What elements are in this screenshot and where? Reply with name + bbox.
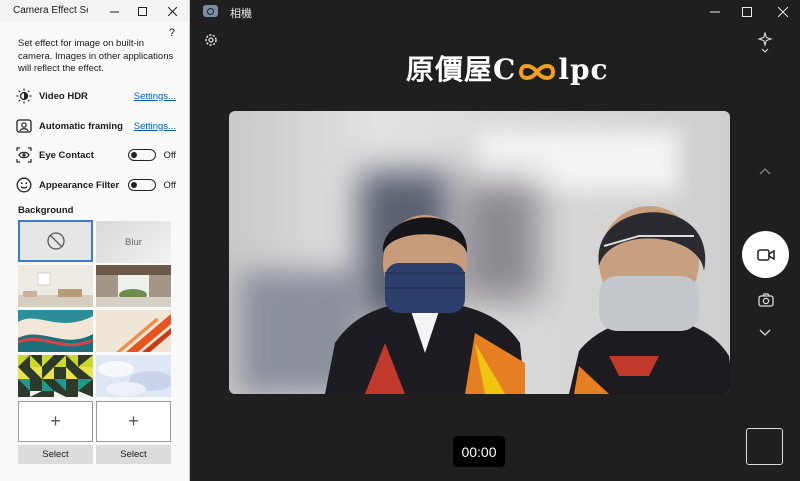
logo-text-left: 原價屋 xyxy=(406,53,494,86)
recording-timer: 00:00 xyxy=(453,436,505,467)
chevron-down-icon[interactable] xyxy=(758,325,772,339)
record-button[interactable] xyxy=(742,231,789,278)
effects-window-title: Camera Effect Settings xyxy=(13,5,88,16)
effects-minimize-button[interactable] xyxy=(100,0,128,22)
video-hdr-settings-link[interactable]: Settings... xyxy=(134,91,176,102)
select-background-button[interactable]: Select xyxy=(96,445,171,464)
photo-camera-icon[interactable] xyxy=(758,292,774,308)
background-geometric-tile[interactable] xyxy=(18,355,93,397)
close-icon xyxy=(167,6,177,16)
background-stripes-tile[interactable] xyxy=(96,310,171,352)
background-clouds-tile[interactable] xyxy=(96,355,171,397)
camera-effect-settings-window: Camera Effect Settings ? Set effect for … xyxy=(0,0,190,481)
eye-contact-toggle[interactable] xyxy=(127,149,156,161)
video-camera-icon xyxy=(756,248,775,261)
logo-text-c: C xyxy=(493,53,517,86)
automatic-framing-row: Automatic framing Settings... xyxy=(16,117,176,135)
camera-window-title: 相機 xyxy=(230,8,252,20)
brightness-icon xyxy=(16,88,32,104)
effects-maximize-button[interactable] xyxy=(128,0,156,22)
minimize-icon xyxy=(710,11,720,13)
camera-app-icon xyxy=(203,5,218,17)
eye-contact-row: Eye Contact Off xyxy=(16,146,176,164)
background-blur-tile[interactable]: Blur xyxy=(96,221,171,263)
no-background-icon xyxy=(46,232,65,250)
minimize-icon xyxy=(109,11,119,12)
automatic-framing-settings-link[interactable]: Settings... xyxy=(134,121,176,132)
person-left xyxy=(325,215,525,394)
smiley-icon xyxy=(16,177,32,193)
appearance-filter-state: Off xyxy=(163,179,177,191)
background-section-title: Background xyxy=(18,205,74,216)
minimize-button[interactable] xyxy=(698,0,732,24)
gear-icon[interactable] xyxy=(203,32,219,48)
effects-title-bar: Camera Effect Settings xyxy=(0,0,189,22)
select-background-button[interactable]: Select xyxy=(18,445,93,464)
close-button[interactable] xyxy=(766,0,800,24)
background-none-tile[interactable] xyxy=(18,220,93,262)
background-livingroom-tile[interactable] xyxy=(18,265,93,307)
add-background-button[interactable]: + xyxy=(96,401,171,442)
person-right xyxy=(569,206,730,394)
appearance-filter-row: Appearance Filter Off xyxy=(16,176,176,194)
camera-app-window: 相機 原價屋C lpc 00:00 xyxy=(193,0,800,481)
appearance-filter-label: Appearance Filter xyxy=(39,179,120,191)
framing-icon xyxy=(16,119,32,133)
custom-background-slot-1: + Select xyxy=(18,401,93,464)
background-garden-tile[interactable] xyxy=(96,265,171,307)
effects-description: Set effect for image on built-in camera.… xyxy=(18,38,174,74)
camera-preview xyxy=(229,111,730,394)
video-hdr-row: Video HDR Settings... xyxy=(16,87,176,105)
infinity-icon xyxy=(519,63,556,80)
maximize-button[interactable] xyxy=(730,0,764,24)
custom-background-slot-2: + Select xyxy=(96,401,171,464)
camera-title-bar: 相機 xyxy=(193,0,800,24)
last-capture-thumbnail[interactable] xyxy=(746,428,783,465)
eye-contact-state: Off xyxy=(163,149,177,161)
effects-close-button[interactable] xyxy=(158,0,186,22)
automatic-framing-label: Automatic framing xyxy=(39,120,123,132)
eye-contact-icon xyxy=(16,147,32,163)
close-icon xyxy=(778,7,788,17)
maximize-icon xyxy=(137,6,147,16)
blur-label: Blur xyxy=(125,236,142,248)
chevron-up-icon[interactable] xyxy=(758,165,772,179)
eye-contact-label: Eye Contact xyxy=(39,149,94,161)
video-hdr-label: Video HDR xyxy=(39,90,88,102)
logo-text-right: lpc xyxy=(558,53,609,86)
appearance-filter-toggle[interactable] xyxy=(127,179,156,191)
maximize-icon xyxy=(742,7,752,17)
sparkle-icon[interactable] xyxy=(757,32,773,54)
coolpc-logo: 原價屋C lpc xyxy=(406,48,609,88)
add-background-button[interactable]: + xyxy=(18,401,93,442)
background-waves-tile[interactable] xyxy=(18,310,93,352)
